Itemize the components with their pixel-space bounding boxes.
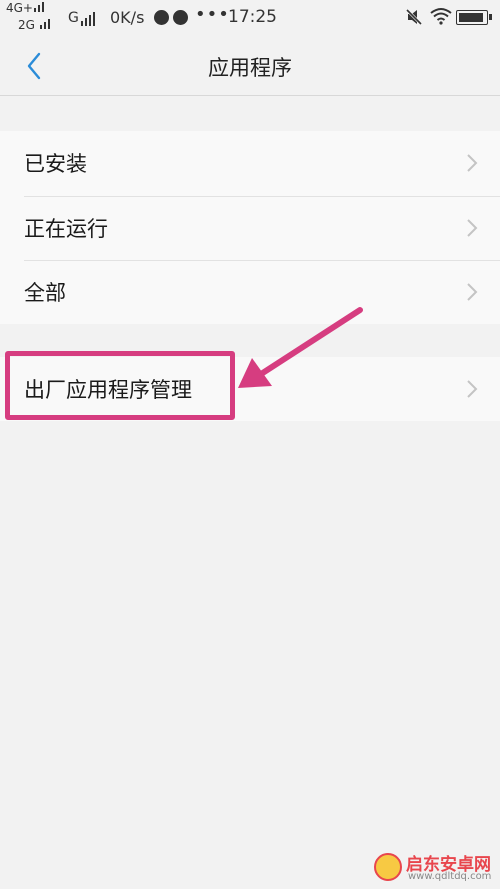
page-title: 应用程序 [208,56,292,80]
more-notifications-icon: ••• [195,4,230,25]
network-indicator: 4G+ 2G [6,0,62,36]
chevron-right-icon [467,380,478,398]
app-bar: 应用程序 [0,36,500,96]
chevron-right-icon [467,283,478,301]
watermark-logo-icon [374,853,402,881]
watermark-url: www.qdltdq.com [408,871,492,882]
signal-bars-icon [40,19,50,29]
network-type-bottom: 2G [18,18,35,32]
list-item-label: 正在运行 [24,216,108,241]
signal-bars-icon [34,2,44,12]
annotation-highlight-box [5,351,235,420]
wifi-icon [430,8,452,25]
music-notification-icon [173,10,188,25]
annotation-arrow-icon [238,307,363,388]
battery-icon [456,10,492,25]
network-type-g: G [68,10,79,26]
status-bar: 4G+ 2G G 0K/s ••• 17:25 [0,0,500,36]
network-speed: 0K/s [110,8,145,27]
chevron-right-icon [467,154,478,172]
watermark: 启东安卓网 www.qdltdq.com [370,850,496,884]
list-item-running[interactable]: 正在运行 [0,195,500,261]
list-item-label: 全部 [24,281,66,306]
clock: 17:25 [228,7,277,27]
list-item-installed[interactable]: 已安装 [0,131,500,196]
mute-icon [405,8,423,26]
chevron-right-icon [467,219,478,237]
signal-bars-icon [81,12,95,26]
list-item-label: 已安装 [24,152,87,177]
notification-icon [154,10,169,25]
network-type-top: 4G+ [6,1,33,15]
app-list-group: 已安装 正在运行 全部 [0,131,500,324]
